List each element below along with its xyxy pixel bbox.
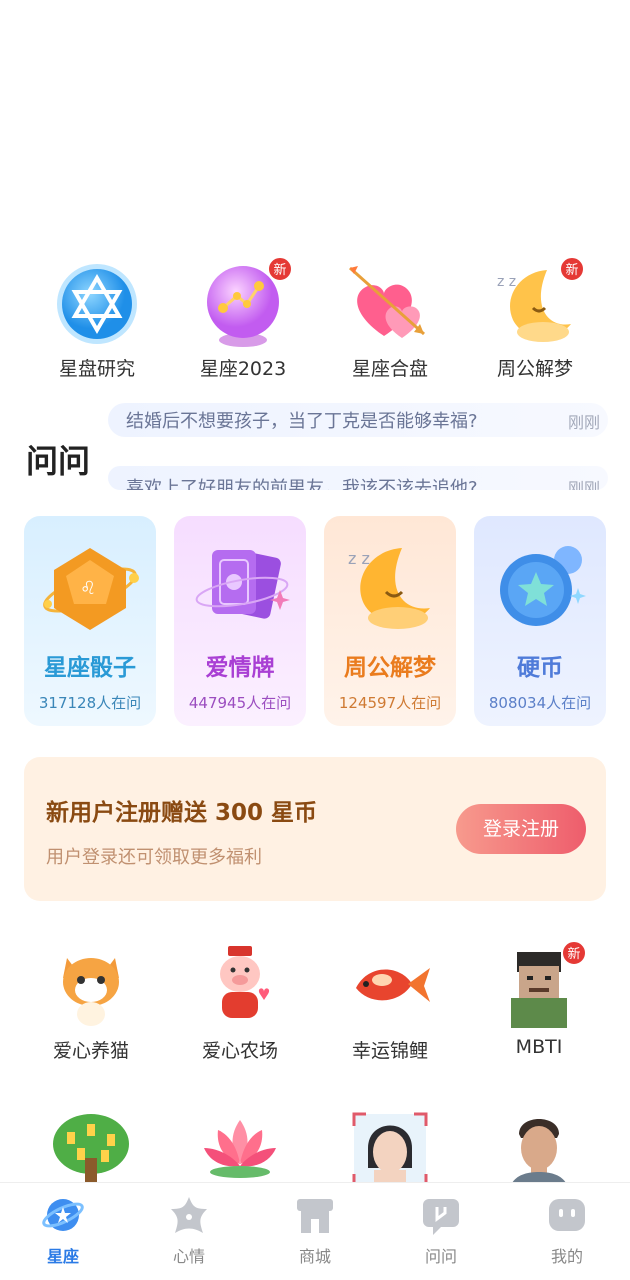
ask-question: 结婚后不想要孩子，当了丁克是否能够幸福? bbox=[126, 411, 478, 432]
svg-text:♌: ♌ bbox=[80, 578, 96, 599]
feature-label: 周公解梦 bbox=[496, 358, 573, 380]
game-mbti[interactable]: 新 MBTI bbox=[464, 940, 614, 1058]
coin-icon bbox=[490, 538, 590, 638]
feature-label: 星盘研究 bbox=[58, 358, 135, 380]
svg-text:z z: z z bbox=[497, 274, 516, 290]
tab-label: 星座 bbox=[46, 1247, 79, 1266]
sleeping-moon-icon: z z 新 bbox=[489, 256, 585, 350]
sleeping-moon-icon: z z bbox=[340, 538, 440, 638]
game-label: MBTI bbox=[515, 1036, 563, 1058]
game-face-reading[interactable] bbox=[315, 1108, 465, 1182]
card-ask-count: 447945人在问 bbox=[188, 694, 292, 712]
pig-icon bbox=[198, 944, 282, 1028]
tab-label: 商城 bbox=[298, 1247, 331, 1266]
tab-label: 我的 bbox=[550, 1247, 583, 1266]
planet-icon bbox=[41, 1193, 85, 1237]
tab-shop[interactable]: 商城 bbox=[252, 1193, 378, 1267]
promo-subtitle: 用户登录还可领取更多福利 bbox=[46, 847, 262, 868]
new-badge: 新 bbox=[559, 256, 585, 282]
ask-ticker-item[interactable]: 喜欢上了好朋友的前男友，我该不该去追他? 刚刚 bbox=[108, 466, 608, 490]
cat-icon bbox=[49, 944, 133, 1028]
ask-section-title: 问问 bbox=[26, 442, 91, 480]
feature-synastry[interactable]: 星座合盘 bbox=[315, 258, 465, 381]
star-shape-icon bbox=[167, 1193, 211, 1237]
feature-horoscope-2023[interactable]: 新 星座2023 bbox=[168, 256, 318, 381]
game-love-cat[interactable]: 爱心养猫 bbox=[16, 944, 166, 1063]
lotus-icon bbox=[198, 1108, 282, 1182]
face-scan-icon bbox=[348, 1108, 432, 1182]
game-lotus[interactable] bbox=[165, 1108, 315, 1182]
game-label: 爱心养猫 bbox=[52, 1040, 129, 1062]
tab-label: 问问 bbox=[424, 1247, 457, 1266]
card-ask-count: 808034人在问 bbox=[488, 694, 592, 712]
ask-time: 刚刚 bbox=[567, 413, 600, 432]
card-ask-count: 124597人在问 bbox=[338, 694, 442, 712]
tab-me[interactable]: 我的 bbox=[504, 1193, 630, 1267]
crystal-ball-icon: 新 bbox=[197, 256, 293, 350]
man-portrait-icon bbox=[497, 1108, 581, 1182]
card-title: 星座骰子 bbox=[44, 655, 136, 681]
card-title: 硬币 bbox=[517, 655, 563, 681]
feature-icon-grid: 星盘研究 新 星座2023 星座合盘 z z 新 周公解梦 bbox=[0, 256, 630, 388]
ask-time: 刚刚 bbox=[567, 479, 600, 490]
card-title: 爱情牌 bbox=[205, 655, 275, 681]
ask-question: 喜欢上了好朋友的前男友，我该不该去追他? bbox=[126, 478, 478, 490]
game-label: 爱心农场 bbox=[201, 1040, 278, 1062]
login-register-button[interactable]: 登录注册 bbox=[456, 804, 586, 854]
card-love-tarot[interactable]: 爱情牌 447945人在问 bbox=[174, 516, 306, 726]
hexagram-icon bbox=[51, 258, 143, 350]
feature-label: 星座合盘 bbox=[351, 358, 428, 380]
game-love-farm[interactable]: 爱心农场 bbox=[165, 944, 315, 1063]
tab-ask[interactable]: 问问 bbox=[378, 1193, 504, 1267]
new-badge: 新 bbox=[267, 256, 293, 282]
koi-fish-icon bbox=[348, 944, 432, 1028]
character-avatar-icon: 新 bbox=[497, 940, 587, 1028]
profile-face-icon bbox=[545, 1193, 589, 1237]
shop-icon bbox=[293, 1193, 337, 1237]
chat-bubble-icon bbox=[419, 1193, 463, 1237]
tab-label: 心情 bbox=[172, 1247, 205, 1266]
card-horoscope-dice[interactable]: ♌ 星座骰子 317128人在问 bbox=[24, 516, 156, 726]
feature-label: 星座2023 bbox=[199, 358, 287, 380]
money-tree-icon bbox=[49, 1108, 133, 1182]
card-dream-interpretation[interactable]: z z 周公解梦 124597人在问 bbox=[324, 516, 456, 726]
card-title: 周公解梦 bbox=[344, 655, 436, 681]
tab-horoscope[interactable]: 星座 bbox=[0, 1193, 126, 1267]
bottom-tab-bar: 星座 心情 商城 问问 我的 bbox=[0, 1182, 630, 1280]
game-portrait[interactable] bbox=[464, 1108, 614, 1182]
promo-title: 新用户注册赠送 300 星币 bbox=[46, 800, 318, 826]
game-money-tree[interactable] bbox=[16, 1108, 166, 1182]
tarot-cards-icon bbox=[190, 538, 290, 638]
new-badge: 新 bbox=[561, 940, 587, 966]
register-promo-banner: 新用户注册赠送 300 星币 用户登录还可领取更多福利 登录注册 bbox=[24, 757, 606, 901]
game-label: 幸运锦鲤 bbox=[351, 1040, 428, 1062]
dice-icon: ♌ bbox=[40, 538, 140, 638]
hearts-arrow-icon bbox=[344, 258, 436, 350]
game-lucky-koi[interactable]: 幸运锦鲤 bbox=[315, 944, 465, 1063]
ask-ticker-item[interactable]: 结婚后不想要孩子，当了丁克是否能够幸福? 刚刚 bbox=[108, 403, 608, 437]
feature-dream-interpretation[interactable]: z z 新 周公解梦 bbox=[460, 256, 610, 381]
feature-star-chart[interactable]: 星盘研究 bbox=[22, 258, 172, 381]
card-ask-count: 317128人在问 bbox=[38, 694, 142, 712]
card-coin[interactable]: 硬币 808034人在问 bbox=[474, 516, 606, 726]
tab-mood[interactable]: 心情 bbox=[126, 1193, 252, 1267]
svg-text:z z: z z bbox=[348, 549, 370, 568]
